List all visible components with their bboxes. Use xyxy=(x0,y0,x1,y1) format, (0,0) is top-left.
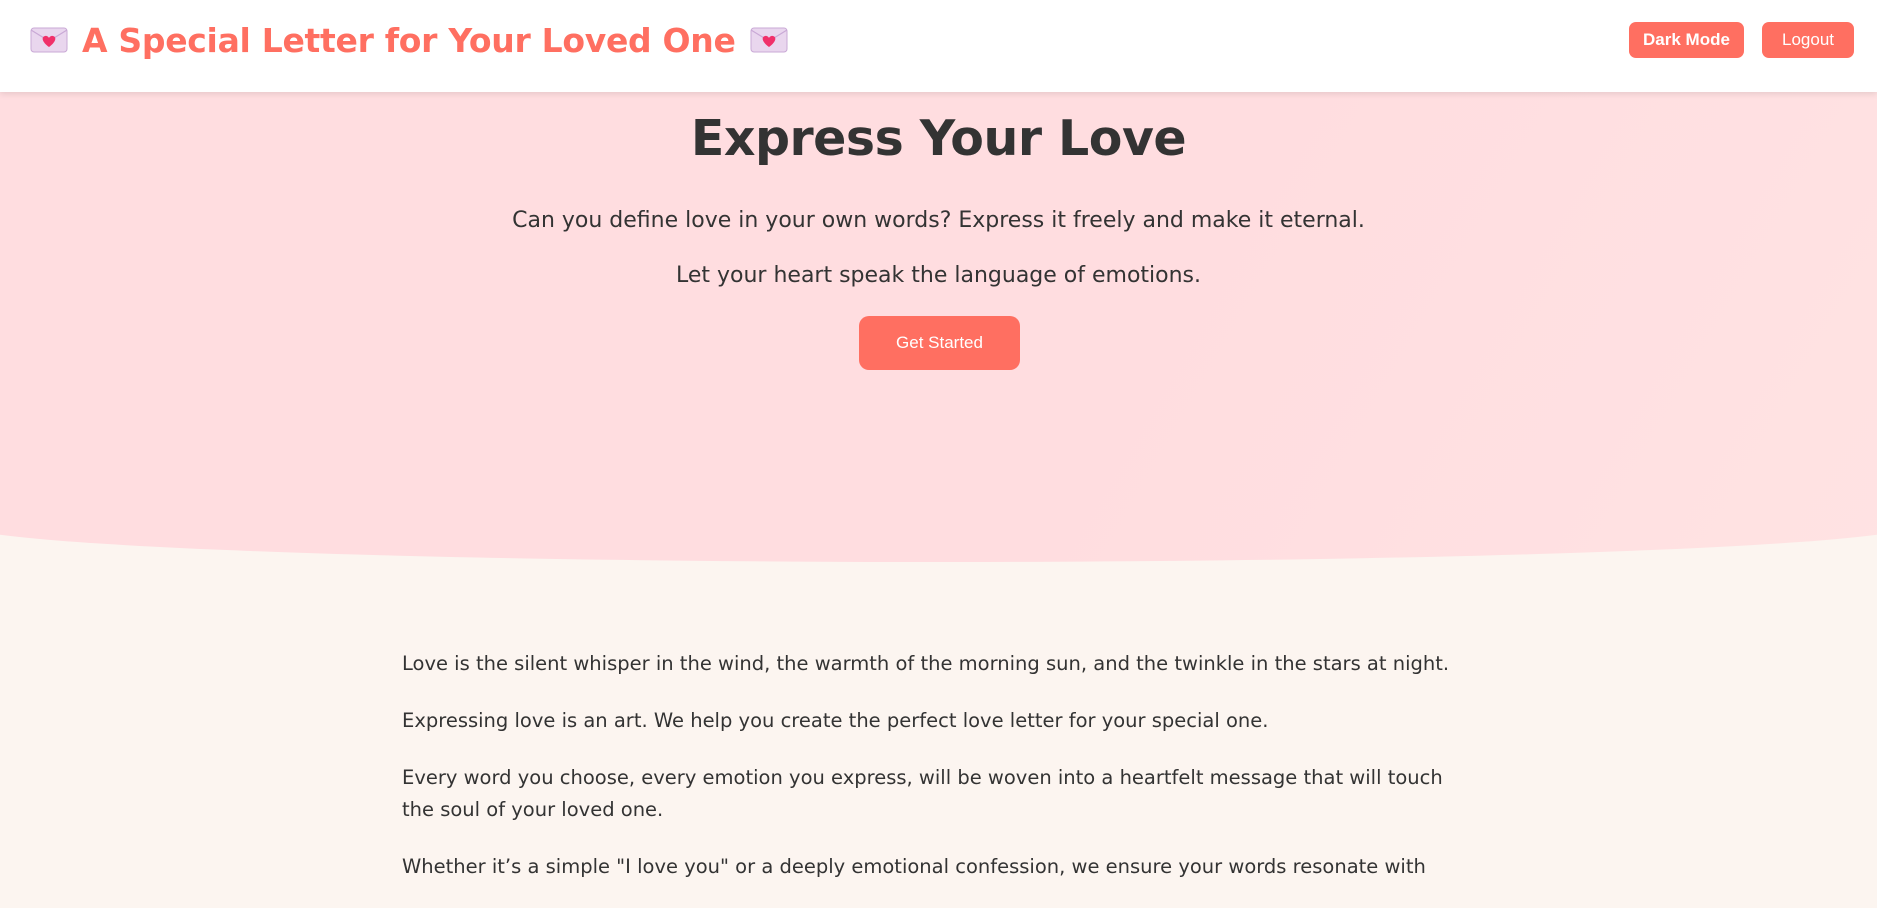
hero-subtagline: Let your heart speak the language of emo… xyxy=(675,263,1202,288)
intro-content: Love is the silent whisper in the wind, … xyxy=(402,648,1462,908)
logout-button[interactable]: Logout xyxy=(1762,22,1854,58)
love-letter-icon xyxy=(30,26,68,54)
intro-paragraph: Expressing love is an art. We help you c… xyxy=(402,709,1269,732)
top-navbar: A Special Letter for Your Loved One Dark… xyxy=(0,0,1877,92)
brand: A Special Letter for Your Loved One xyxy=(30,17,788,63)
love-letter-icon xyxy=(750,26,788,54)
intro-paragraph: Every word you choose, every emotion you… xyxy=(402,766,1443,821)
dark-mode-button[interactable]: Dark Mode xyxy=(1629,22,1744,58)
intro-paragraph: Love is the silent whisper in the wind, … xyxy=(402,652,1450,675)
hero-tagline: Can you define love in your own words? E… xyxy=(512,208,1365,233)
intro-paragraph: Whether it’s a simple "I love you" or a … xyxy=(402,855,1426,878)
get-started-button[interactable]: Get Started xyxy=(859,316,1020,370)
hero-title: Express Your Love xyxy=(690,110,1187,167)
app-title: A Special Letter for Your Loved One xyxy=(82,20,736,60)
